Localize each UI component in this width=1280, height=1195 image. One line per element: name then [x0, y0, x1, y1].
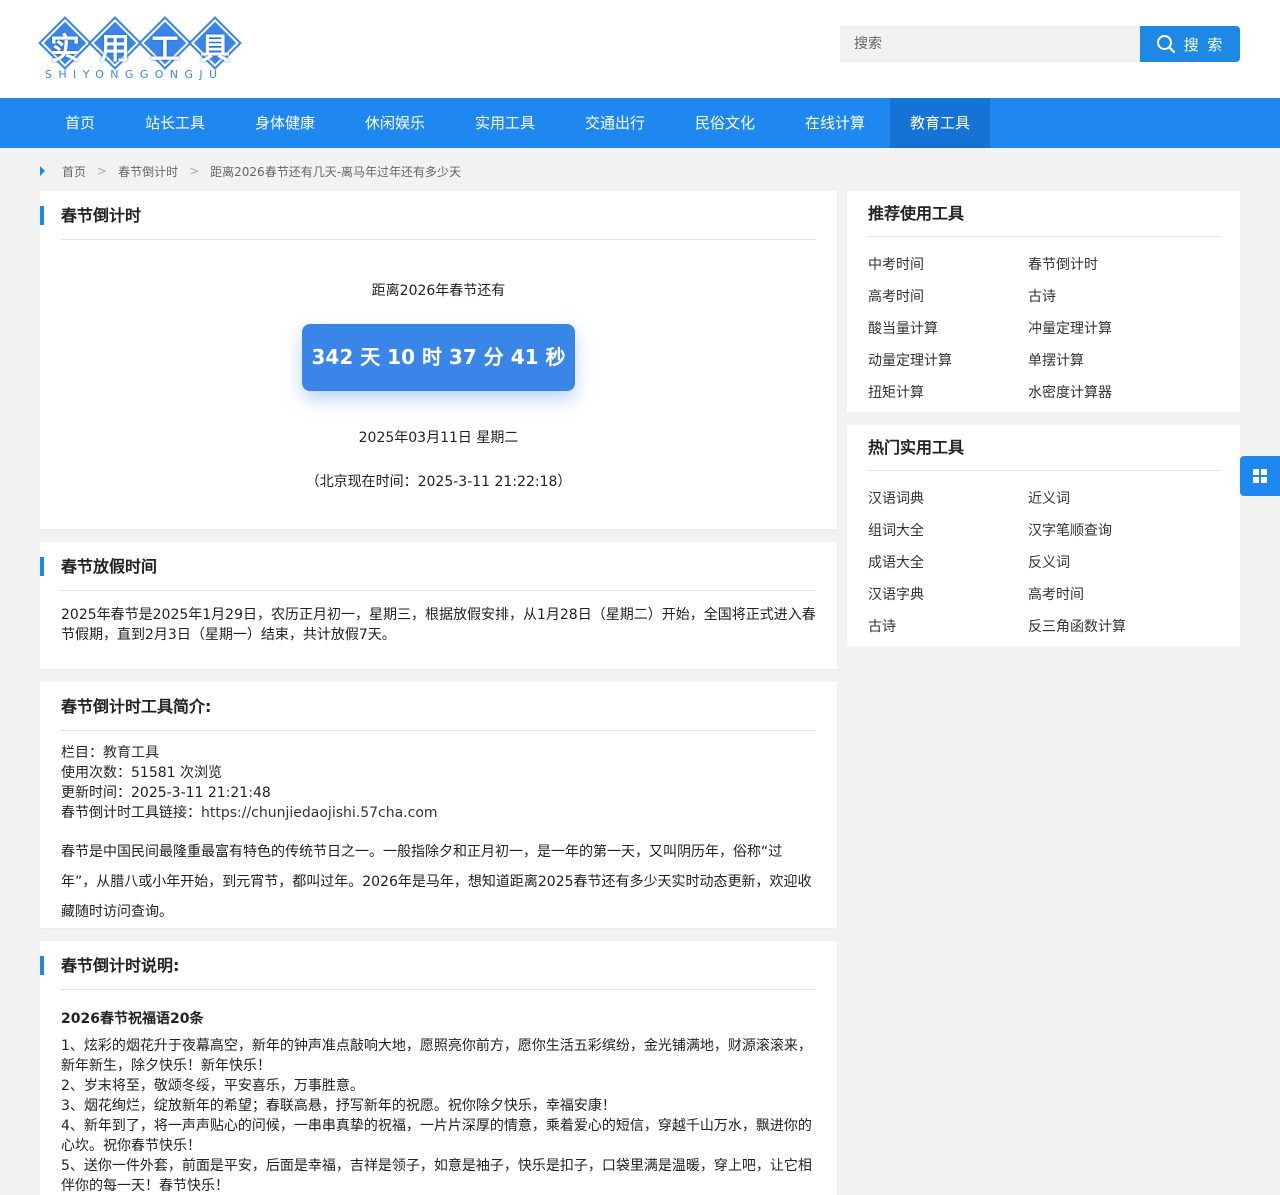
intro-text: 春节是中国民间最隆重最富有特色的传统节日之一。一般指除夕和正月初一，是一年的第一… — [61, 844, 812, 920]
blessings-list: 1、炫彩的烟花升于夜幕高空，新年的钟声准点敲响大地，愿照亮你前方，愿你生活五彩缤… — [61, 1036, 816, 1195]
meta-tool-link[interactable]: https://chunjiedaojishi.57cha.com — [201, 805, 438, 821]
hot-list: 汉语词典 近义词 组词大全 汉字笔顺查询 成语大全 反义词 汉语字典 高考时间 … — [847, 471, 1240, 643]
nav-item-online-calc[interactable]: 在线计算 — [780, 98, 890, 148]
tool-link[interactable]: 单摆计算 — [1028, 345, 1188, 377]
logo-char: 用 — [100, 32, 130, 67]
logo-char: 具 — [200, 32, 230, 67]
blessing-item: 2、岁末将至，敬颂冬绥，平安喜乐，万事胜意。 — [61, 1078, 364, 1094]
hot-tools-panel: 热门实用工具 汉语词典 近义词 组词大全 汉字笔顺查询 成语大全 反义词 汉语字… — [847, 425, 1240, 646]
nav-item-leisure[interactable]: 休闲娱乐 — [340, 98, 450, 148]
tool-link[interactable]: 古诗 — [868, 611, 1028, 643]
meta-category-row: 栏目：教育工具 — [61, 743, 816, 763]
intro-title: 春节倒计时工具简介: — [61, 682, 816, 731]
meta-updated-value: 2025-3-11 21:21:48 — [131, 785, 271, 801]
nav-item-webmaster-tools[interactable]: 站长工具 — [120, 98, 230, 148]
blessing-item: 5、送你一件外套，前面是平安，后面是幸福，吉祥是领子，如意是袖子，快乐是扣子，口… — [61, 1158, 812, 1194]
meta-usage-label: 使用次数： — [61, 765, 131, 781]
blessings-heading: 2026春节祝福语20条 — [61, 1011, 204, 1027]
grid-icon — [1253, 469, 1267, 483]
recommended-list: 中考时间 春节倒计时 高考时间 古诗 酸当量计算 冲量定理计算 动量定理计算 单… — [847, 237, 1240, 409]
logo-pinyin: SHIYONGGONGJU — [45, 68, 224, 81]
blessing-item: 4、新年到了，将一声声贴心的问候，一串串真挚的祝福，一片片深厚的情意，乘着爱心的… — [61, 1118, 812, 1154]
breadcrumb: 首页 > 春节倒计时 > 距离2026春节还有几天-离马年过年还有多少天 — [40, 160, 461, 182]
tool-link[interactable]: 酸当量计算 — [868, 313, 1028, 345]
tool-link[interactable]: 扭矩计算 — [868, 377, 1028, 409]
tool-link[interactable]: 水密度计算器 — [1028, 377, 1188, 409]
holiday-title: 春节放假时间 — [40, 542, 816, 591]
recommended-tools-panel: 推荐使用工具 中考时间 春节倒计时 高考时间 古诗 酸当量计算 冲量定理计算 动… — [847, 191, 1240, 412]
tool-link[interactable]: 古诗 — [1028, 281, 1188, 313]
intro-card: 春节倒计时工具简介: 栏目：教育工具 使用次数：51581 次浏览 更新时间：2… — [40, 682, 837, 928]
meta-usage-value: 51581 次浏览 — [131, 765, 222, 781]
holiday-card: 春节放假时间 2025年春节是2025年1月29日，农历正月初一，星期三，根据放… — [40, 542, 837, 669]
nav-item-health[interactable]: 身体健康 — [230, 98, 340, 148]
header: 实 用 工 具 SHIYONGGONGJU 搜 索 — [0, 0, 1280, 98]
tool-link[interactable]: 反义词 — [1028, 547, 1188, 579]
breadcrumb-arrow-icon — [40, 166, 45, 176]
breadcrumb-current: 距离2026春节还有几天-离马年过年还有多少天 — [210, 164, 462, 179]
logo-tile: 工 — [138, 16, 192, 70]
tool-link[interactable]: 冲量定理计算 — [1028, 313, 1188, 345]
tool-link[interactable]: 高考时间 — [868, 281, 1028, 313]
search-bar: 搜 索 — [840, 26, 1240, 62]
logo-char: 工 — [150, 32, 180, 67]
countdown-date: 2025年03月11日 星期二 — [358, 430, 519, 446]
breadcrumb-separator: > — [189, 164, 200, 178]
countdown-card: 春节倒计时 距离2026年春节还有 342 天 10 时 37 分 41 秒 2… — [40, 191, 837, 529]
meta-category-label: 栏目： — [61, 745, 103, 761]
tool-link[interactable]: 汉语词典 — [868, 483, 1028, 515]
tool-link[interactable]: 汉字笔顺查询 — [1028, 515, 1188, 547]
search-button[interactable]: 搜 索 — [1140, 26, 1240, 62]
blessing-item: 3、烟花绚烂，绽放新年的希望；春联高悬，抒写新年的祝愿。祝你除夕快乐，幸福安康！ — [61, 1098, 616, 1114]
intro-meta: 栏目：教育工具 使用次数：51581 次浏览 更新时间：2025-3-11 21… — [61, 743, 816, 823]
tool-link[interactable]: 高考时间 — [1028, 579, 1188, 611]
breadcrumb-section[interactable]: 春节倒计时 — [118, 163, 178, 180]
notes-title: 春节倒计时说明: — [40, 941, 816, 990]
nav-item-transport[interactable]: 交通出行 — [560, 98, 670, 148]
countdown-value: 342 天 10 时 37 分 41 秒 — [302, 324, 575, 391]
meta-updated-row: 更新时间：2025-3-11 21:21:48 — [61, 783, 816, 803]
countdown-title: 春节倒计时 — [40, 191, 816, 240]
tool-link[interactable]: 组词大全 — [868, 515, 1028, 547]
tool-link[interactable]: 反三角函数计算 — [1028, 611, 1188, 643]
tool-link[interactable]: 动量定理计算 — [868, 345, 1028, 377]
blessing-item: 1、炫彩的烟花升于夜幕高空，新年的钟声准点敲响大地，愿照亮你前方，愿你生活五彩缤… — [61, 1038, 812, 1074]
main-nav: 首页 站长工具 身体健康 休闲娱乐 实用工具 交通出行 民俗文化 在线计算 教育… — [0, 98, 1280, 148]
search-input[interactable] — [840, 26, 1140, 62]
notes-card: 春节倒计时说明: 2026春节祝福语20条 1、炫彩的烟花升于夜幕高空，新年的钟… — [40, 941, 837, 1195]
beijing-time: （北京现在时间：2025-3-11 21:22:18） — [305, 474, 572, 490]
nav-item-folk-culture[interactable]: 民俗文化 — [670, 98, 780, 148]
tool-link[interactable]: 汉语字典 — [868, 579, 1028, 611]
meta-link-row: 春节倒计时工具链接：https://chunjiedaojishi.57cha.… — [61, 803, 816, 823]
tool-link[interactable]: 近义词 — [1028, 483, 1188, 515]
recommended-title: 推荐使用工具 — [868, 191, 1219, 237]
tool-link[interactable]: 中考时间 — [868, 249, 1028, 281]
nav-item-education-tools[interactable]: 教育工具 — [890, 98, 990, 148]
search-icon — [1156, 35, 1175, 54]
logo-tile: 具 — [188, 16, 242, 70]
hot-title: 热门实用工具 — [868, 425, 1219, 471]
tool-link[interactable]: 成语大全 — [868, 547, 1028, 579]
breadcrumb-separator: > — [97, 164, 108, 178]
countdown-label: 距离2026年春节还有 — [371, 283, 506, 299]
search-button-label: 搜 索 — [1183, 35, 1225, 54]
nav-item-home[interactable]: 首页 — [40, 98, 120, 148]
breadcrumb-home[interactable]: 首页 — [62, 163, 86, 180]
logo-char: 实 — [50, 32, 80, 67]
meta-link-label: 春节倒计时工具链接： — [61, 805, 201, 821]
floating-menu-button[interactable] — [1240, 456, 1280, 496]
logo-tile: 用 — [88, 16, 142, 70]
tool-link[interactable]: 春节倒计时 — [1028, 249, 1188, 281]
meta-usage-row: 使用次数：51581 次浏览 — [61, 763, 816, 783]
meta-updated-label: 更新时间： — [61, 785, 131, 801]
nav-item-practical-tools[interactable]: 实用工具 — [450, 98, 560, 148]
meta-category-link[interactable]: 教育工具 — [103, 745, 159, 761]
logo-tiles: 实 用 工 具 — [38, 16, 242, 70]
logo-tile: 实 — [38, 16, 92, 70]
holiday-text: 2025年春节是2025年1月29日，农历正月初一，星期三，根据放假安排，从1月… — [61, 607, 816, 643]
site-logo[interactable]: 实 用 工 具 SHIYONGGONGJU — [38, 16, 242, 82]
